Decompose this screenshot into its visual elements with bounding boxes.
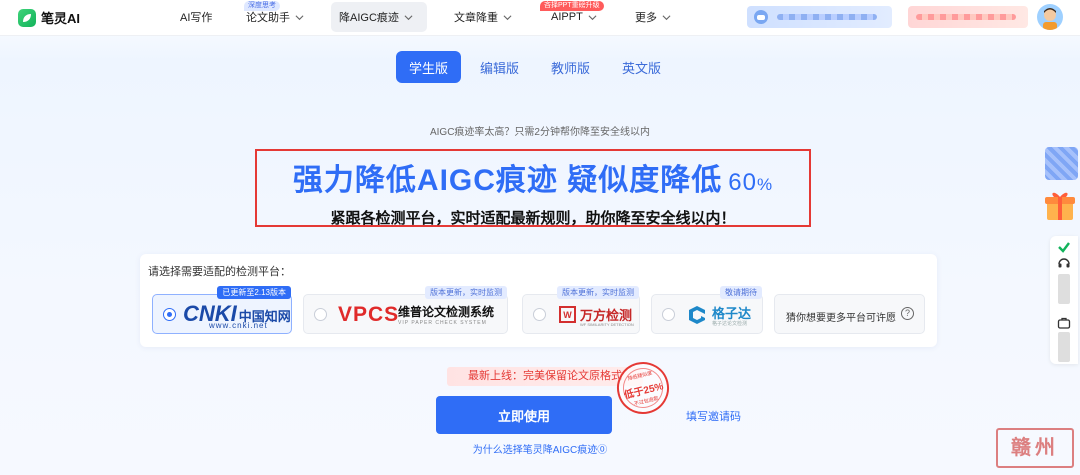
nav-paper-assistant[interactable]: 深度思考 论文助手 <box>238 1 312 32</box>
blurred-text <box>777 14 877 20</box>
promo-pill[interactable] <box>908 6 1028 28</box>
wish-more-text: 猜你想要更多平台可许愿 <box>786 313 896 324</box>
radio-button[interactable] <box>163 308 176 321</box>
radio-button[interactable] <box>662 308 675 321</box>
gezida-subtitle: 格子达论文检测 <box>712 321 748 327</box>
gezida-logo-icon <box>689 306 705 324</box>
deep-thinking-badge: 深度思考 <box>244 1 280 11</box>
nav-label: 文章降重 <box>454 12 498 24</box>
tab-english[interactable]: 英文版 <box>609 51 674 83</box>
floating-qr-thumbnail[interactable] <box>1045 147 1078 180</box>
guarantee-stamp: 降低疑似度 低于25% 不过包退款 <box>611 356 675 420</box>
avatar-icon <box>1043 8 1057 30</box>
chevron-down-icon <box>404 14 413 20</box>
nav-label: 更多 <box>635 12 657 24</box>
nav-ai-writing[interactable]: AI写作 <box>172 2 220 32</box>
hero-title-text: 强力降低AIGC痕迹 疑似度降低 <box>292 164 723 197</box>
new-feature-tag: 最新上线：完美保留论文原格式 <box>447 367 643 386</box>
hero-description: 紧跟各检测平台，实时适配最新规则，助你降至安全线以内！ <box>330 210 736 227</box>
blurred-label <box>1058 332 1070 362</box>
nav-aippt[interactable]: 吝择PPT重磅升级 AIPPT <box>540 1 605 32</box>
vpcs-logo: VPCS <box>338 303 400 326</box>
version-badge: 已更新至2.13版本 <box>217 286 291 299</box>
nav-label: 论文助手 <box>246 12 290 24</box>
percent-value: 60 <box>728 169 757 196</box>
corner-watermark-seal: 赣州 <box>996 428 1074 468</box>
blurred-label <box>1058 274 1070 304</box>
why-choose-link[interactable]: 为什么选择笔灵降AIGC痕迹⓪ <box>0 441 1080 456</box>
version-tabs: 学生版 编辑版 教师版 英文版 <box>396 51 680 83</box>
platform-option-vpcs[interactable]: 版本更新，实时监测 VPCS 维普论文检测系统 VIP PAPER CHECK … <box>303 286 508 334</box>
tab-editor[interactable]: 编辑版 <box>467 51 532 83</box>
nav-label: 降AIGC痕迹 <box>339 12 399 24</box>
leaf-logo-icon <box>18 8 36 27</box>
nav-label: AIPPT <box>551 11 583 23</box>
platform-option-gezida[interactable]: 敬请期待 格子达 格子达论文检测 <box>651 286 763 334</box>
user-avatar[interactable] <box>1037 4 1063 30</box>
nav-more[interactable]: 更多 <box>627 2 679 32</box>
hero-title: 强力降低AIGC痕迹 疑似度降低 60% <box>257 155 809 199</box>
platform-option-wanfang[interactable]: 版本更新，实时监测 W 万方检测 WF SIMILARITY DETECTION <box>522 286 640 334</box>
wanfang-logo-icon: W <box>559 306 576 323</box>
help-icon[interactable]: ? <box>901 307 914 320</box>
nav-article-dedup[interactable]: 文章降重 <box>446 2 520 32</box>
headset-icon[interactable] <box>1057 256 1071 270</box>
vpcs-name: 维普论文检测系统 <box>398 305 495 319</box>
membership-pill[interactable] <box>747 6 892 28</box>
nav-label: AI写作 <box>180 12 213 24</box>
wish-more-platforms[interactable]: 猜你想要更多平台可许愿 ? <box>774 294 925 334</box>
right-side-toolbar <box>1050 236 1078 364</box>
radio-button[interactable] <box>533 308 546 321</box>
top-navigation-bar: 笔灵AI AI写作 深度思考 论文助手 降AIGC痕迹 文章降重 吝择PPT重磅… <box>0 0 1080 36</box>
platform-select-label: 请选择需要适配的检测平台： <box>148 266 291 278</box>
nav-reduce-aigc[interactable]: 降AIGC痕迹 <box>331 2 427 32</box>
cnki-url: www.cnki.net <box>209 321 268 330</box>
chevron-down-icon <box>662 14 671 20</box>
ppt-upgrade-badge: 吝择PPT重磅升级 <box>540 1 604 11</box>
brand-check-icon[interactable] <box>1057 240 1071 254</box>
radio-button[interactable] <box>314 308 327 321</box>
platform-option-cnki[interactable]: 已更新至2.13版本 CNKI 中国知网 www.cnki.net <box>152 286 292 334</box>
gift-icon[interactable] <box>1042 188 1078 222</box>
robot-avatar-icon <box>754 10 768 24</box>
vpcs-english-name: VIP PAPER CHECK SYSTEM <box>398 320 487 326</box>
invite-code-link[interactable]: 填写邀请码 <box>686 408 741 424</box>
use-now-button[interactable]: 立即使用 <box>436 396 612 434</box>
chevron-down-icon <box>295 14 304 20</box>
update-badge: 版本更新，实时监测 <box>557 286 639 299</box>
hero-highlight-box: 强力降低AIGC痕迹 疑似度降低 60% 紧跟各检测平台，实时适配最新规则，助你降… <box>255 149 811 227</box>
platform-select-card: 请选择需要适配的检测平台： 已更新至2.13版本 CNKI 中国知网 www.c… <box>140 254 937 347</box>
briefcase-icon[interactable] <box>1057 316 1071 330</box>
coming-soon-badge: 敬请期待 <box>720 286 762 299</box>
hero-percent: 60% <box>728 169 773 196</box>
chevron-down-icon <box>588 14 597 20</box>
chevron-down-icon <box>503 14 512 20</box>
percent-unit: % <box>756 175 774 194</box>
tab-teacher[interactable]: 教师版 <box>538 51 603 83</box>
app-logo[interactable]: 笔灵AI <box>18 8 80 27</box>
wanfang-english-name: WF SIMILARITY DETECTION <box>580 322 634 327</box>
tab-student[interactable]: 学生版 <box>396 51 462 83</box>
update-badge: 版本更新，实时监测 <box>425 286 507 299</box>
app-name: 笔灵AI <box>41 11 81 26</box>
blurred-text <box>916 14 1016 20</box>
hero-subtitle: AIGC痕迹率太高？只需2分钟帮你降至安全线以内 <box>429 127 650 138</box>
